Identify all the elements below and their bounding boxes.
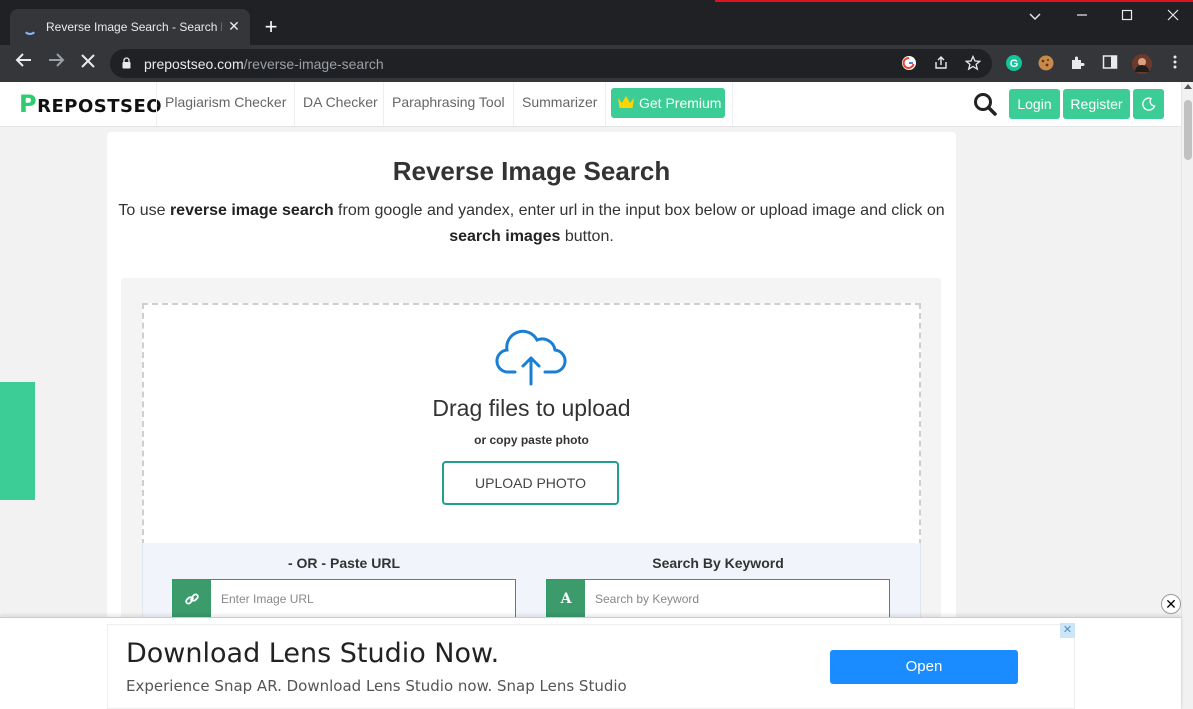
site-header: PREPOSTSEO Plagiarism Checker DA Checker… [0, 82, 1181, 127]
page-scrollbar[interactable] [1181, 82, 1193, 709]
tab-close-icon[interactable]: ✕ [226, 18, 242, 34]
share-icon[interactable] [932, 55, 950, 73]
keyword-input[interactable] [585, 580, 889, 618]
nav-paraphrasing-tool[interactable]: Paraphrasing Tool [383, 82, 513, 126]
register-button[interactable]: Register [1063, 89, 1130, 119]
image-url-input[interactable] [211, 580, 515, 618]
drag-files-title: Drag files to upload [432, 395, 631, 421]
login-button[interactable]: Login [1009, 89, 1060, 119]
copy-paste-hint: or copy paste photo [474, 433, 589, 447]
side-feedback-tab[interactable] [0, 382, 35, 500]
profile-avatar[interactable] [1132, 54, 1152, 74]
ad-title[interactable]: Download Lens Studio Now. [126, 638, 499, 669]
ad-close-icon[interactable]: ✕ [1060, 623, 1075, 638]
svg-text:G: G [1010, 58, 1019, 70]
loading-spinner-icon [23, 21, 37, 35]
image-url-field[interactable] [172, 579, 516, 619]
nav-separator-end [732, 82, 733, 126]
lock-icon[interactable] [122, 57, 131, 69]
bookmark-star-icon[interactable] [964, 54, 982, 73]
scroll-up-arrow-icon[interactable] [1184, 84, 1192, 89]
new-tab-button[interactable]: + [261, 16, 281, 38]
maximize-button[interactable] [1112, 6, 1142, 28]
intro-text: To use reverse image search from google … [118, 202, 945, 245]
cloud-upload-icon [495, 328, 567, 386]
stop-loading-icon[interactable] [76, 51, 100, 75]
crown-icon [618, 96, 634, 108]
nav-plagiarism-checker[interactable]: Plagiarism Checker [156, 82, 294, 126]
page-title: Reverse Image Search [392, 156, 671, 186]
nav-summarizer[interactable]: Summarizer [513, 82, 605, 126]
keyword-field[interactable]: A [546, 579, 890, 619]
address-bar[interactable]: prepostseo.com/reverse-image-search [110, 49, 992, 78]
url-text: prepostseo.com/reverse-image-search [144, 56, 384, 72]
ad-open-button[interactable]: Open [830, 650, 1018, 684]
site-logo[interactable]: PREPOSTSEO [19, 88, 162, 120]
forward-icon[interactable] [44, 51, 68, 75]
google-lens-icon[interactable] [900, 55, 918, 73]
side-panel-icon[interactable] [1101, 54, 1119, 72]
browser-tab[interactable]: Reverse Image Search - Search By ✕ [10, 9, 250, 45]
font-a-icon: A [547, 580, 585, 618]
cookie-extension-icon[interactable] [1037, 54, 1055, 72]
chrome-menu-icon[interactable] [1166, 54, 1184, 72]
search-icon[interactable] [972, 91, 998, 117]
get-premium-label: Get Premium [639, 95, 722, 111]
grammarly-extension-icon[interactable]: G [1005, 54, 1023, 72]
dark-mode-toggle[interactable] [1133, 89, 1164, 119]
scrollbar-thumb[interactable] [1184, 100, 1192, 160]
paste-url-label: - OR - Paste URL [287, 555, 400, 571]
back-icon[interactable] [12, 51, 36, 75]
tab-title: Reverse Image Search - Search By [46, 20, 222, 34]
ad-subtitle: Experience Snap AR. Download Lens Studio… [126, 677, 627, 695]
extensions-puzzle-icon[interactable] [1069, 54, 1087, 72]
close-window-button[interactable] [1158, 6, 1188, 28]
get-premium-button[interactable]: Get Premium [611, 88, 725, 118]
minimize-button[interactable] [1067, 6, 1097, 28]
ad-bar-close-icon[interactable]: ✕ [1161, 594, 1181, 614]
upload-photo-button[interactable]: UPLOAD PHOTO [442, 461, 619, 505]
search-by-keyword-label: Search By Keyword [652, 555, 784, 571]
tab-search-icon[interactable] [1020, 6, 1050, 28]
window-top-accent [715, 0, 1193, 2]
nav-separator [605, 82, 606, 126]
link-icon [173, 580, 211, 618]
moon-icon [1141, 97, 1155, 111]
nav-da-checker[interactable]: DA Checker [294, 82, 386, 126]
